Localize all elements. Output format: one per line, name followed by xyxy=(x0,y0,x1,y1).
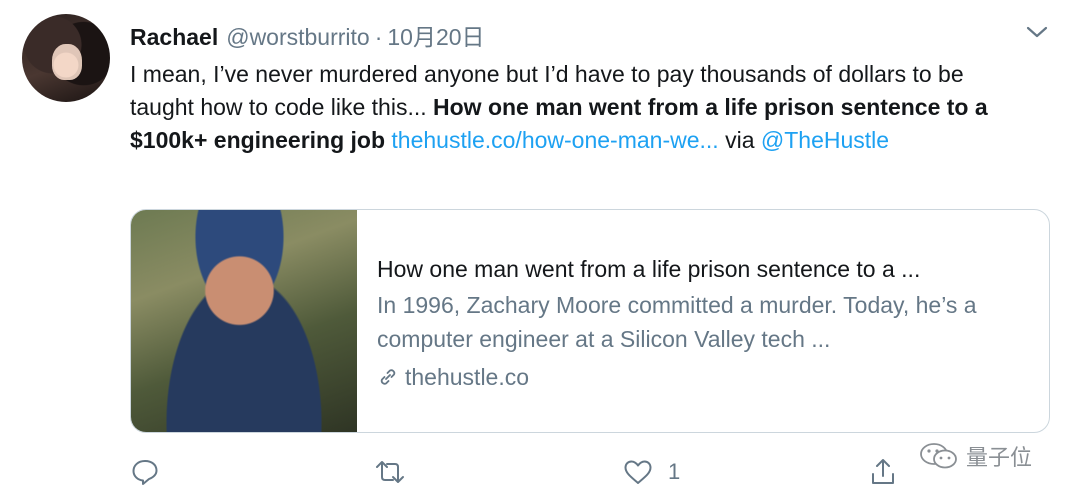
tweet-header: Rachael @worstburrito · 10月20日 xyxy=(130,18,485,51)
like-button[interactable]: 1 xyxy=(622,452,680,492)
via-text: via xyxy=(725,127,755,153)
tweet-text: I mean, I’ve never murdered anyone but I… xyxy=(130,58,1030,157)
link-preview-card[interactable]: How one man went from a life prison sent… xyxy=(130,209,1050,433)
card-domain: thehustle.co xyxy=(405,364,530,390)
link-icon xyxy=(380,369,396,385)
tweet: Rachael @worstburrito · 10月20日 I mean, I… xyxy=(0,0,1080,503)
card-domain-row: thehustle.co xyxy=(377,360,1037,394)
retweet-icon xyxy=(376,461,404,483)
tweet-date[interactable]: 10月20日 xyxy=(387,18,484,52)
card-image xyxy=(131,210,357,432)
author-name[interactable]: Rachael xyxy=(130,24,218,51)
separator-dot: · xyxy=(374,24,383,50)
wechat-icon xyxy=(920,443,957,469)
reply-button[interactable] xyxy=(130,452,160,492)
action-bar: 1 xyxy=(130,452,1050,492)
avatar[interactable] xyxy=(22,14,110,102)
share-button[interactable] xyxy=(868,452,898,492)
share-icon xyxy=(872,459,894,484)
watermark: 量子位 xyxy=(918,438,1032,474)
like-count: 1 xyxy=(668,459,681,484)
retweet-button[interactable] xyxy=(373,452,407,492)
chevron-down-icon[interactable] xyxy=(1024,22,1050,42)
reply-icon xyxy=(132,460,158,485)
mention-link[interactable]: @TheHustle xyxy=(761,127,889,153)
card-body: How one man went from a life prison sent… xyxy=(377,252,1037,394)
card-description: In 1996, Zachary Moore committed a murde… xyxy=(377,292,977,352)
tweet-link[interactable]: thehustle.co/how-one-man-we... xyxy=(391,127,718,153)
watermark-text: 量子位 xyxy=(966,445,1033,470)
author-handle[interactable]: @worstburrito xyxy=(226,24,370,51)
card-title: How one man went from a life prison sent… xyxy=(377,256,921,282)
heart-icon xyxy=(624,460,652,484)
